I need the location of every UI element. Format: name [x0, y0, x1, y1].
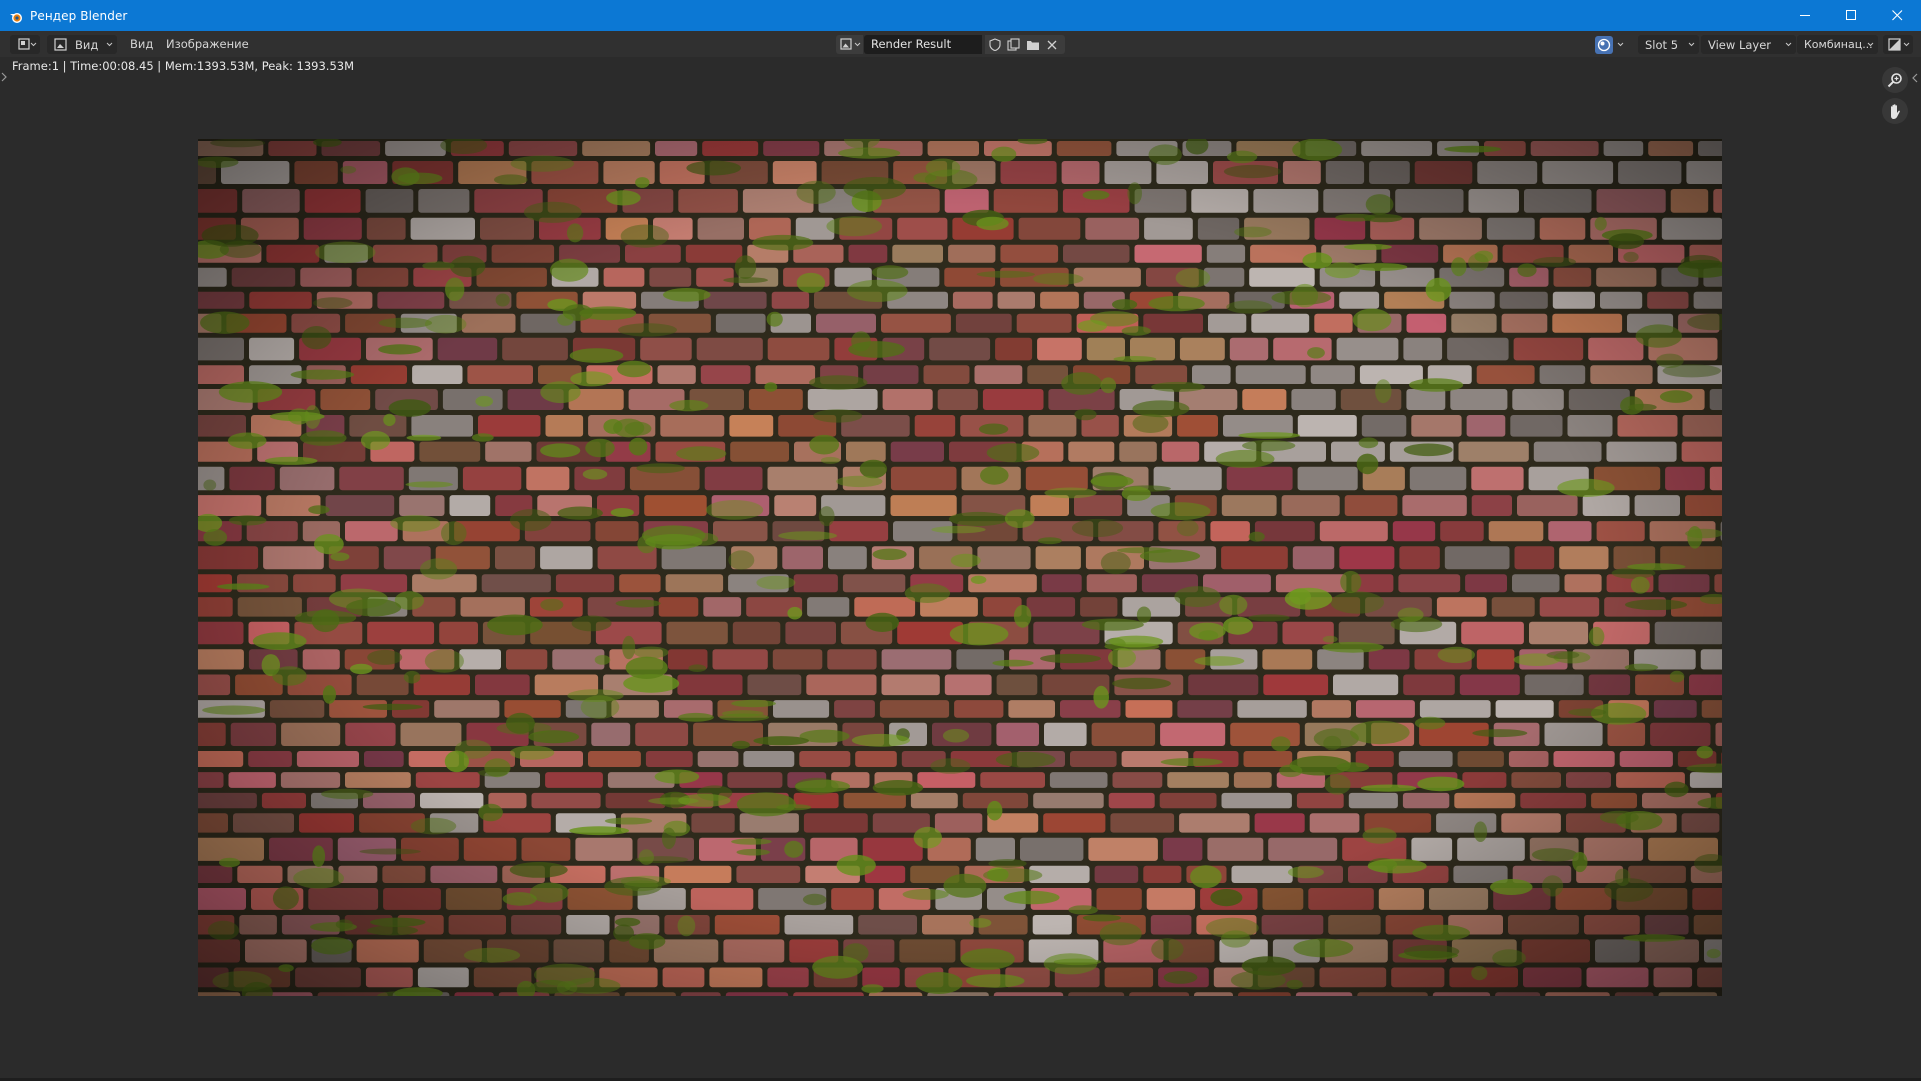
window-titlebar[interactable]: Рендер Blender	[0, 0, 1921, 31]
chevron-down-icon	[106, 42, 113, 47]
close-icon	[1891, 10, 1902, 21]
gizmo-toggle-icon	[1594, 35, 1613, 54]
view-mode-dropdown[interactable]: Вид	[47, 35, 117, 54]
fake-user-button[interactable]	[985, 35, 1004, 54]
zoom-gizmo[interactable]	[1882, 67, 1908, 93]
toolbar-expand-arrow-icon[interactable]	[1, 72, 7, 82]
view-mode-label: Вид	[75, 37, 99, 52]
zoom-icon	[1887, 73, 1902, 88]
maximize-button[interactable]	[1828, 0, 1874, 31]
chevron-down-icon	[30, 42, 37, 47]
mossy-brick-wall-image	[198, 139, 1722, 996]
slot-dropdown[interactable]: Slot 5	[1638, 35, 1699, 54]
unlink-image-button[interactable]	[1042, 35, 1061, 54]
chevron-down-icon	[1785, 42, 1792, 47]
fake-user-shield-icon	[988, 38, 1001, 51]
image-datablock-buttons	[985, 35, 1065, 54]
minimize-button[interactable]	[1782, 0, 1828, 31]
new-image-icon	[1007, 38, 1020, 51]
image-name-field[interactable]: Render Result	[864, 35, 982, 54]
image-browse-button[interactable]	[836, 35, 863, 54]
chevron-down-icon	[1903, 42, 1910, 47]
render-pass-label: Комбинац...	[1804, 38, 1873, 51]
render-pass-dropdown[interactable]: Комбинац...	[1797, 35, 1878, 54]
close-button[interactable]	[1874, 0, 1920, 31]
chevron-down-icon	[1688, 42, 1695, 47]
pan-gizmo[interactable]	[1882, 98, 1908, 124]
view-layer-label: View Layer	[1708, 37, 1772, 52]
display-channels-icon	[1887, 37, 1901, 51]
minimize-icon	[1799, 15, 1810, 16]
sidebar-expand-arrow-icon[interactable]	[1912, 73, 1918, 83]
open-image-button[interactable]	[1023, 35, 1042, 54]
render-result-image	[198, 139, 1722, 996]
window-title: Рендер Blender	[30, 8, 128, 23]
display-channels-button[interactable]	[1883, 35, 1913, 54]
open-folder-icon	[1026, 40, 1039, 50]
image-editor-header: Вид Вид Изображение Render Result Slot 5…	[0, 31, 1921, 57]
editor-type-button[interactable]	[10, 35, 40, 54]
blender-logo-icon	[9, 9, 23, 23]
render-stats-text: Frame:1 | Time:00:08.45 | Mem:1393.53M, …	[12, 59, 355, 73]
pan-hand-icon	[1891, 103, 1900, 119]
maximize-icon	[1845, 10, 1856, 20]
menu-image[interactable]: Изображение	[166, 35, 249, 54]
slot-label: Slot 5	[1645, 37, 1679, 52]
menu-view[interactable]: Вид	[130, 35, 153, 54]
chevron-down-icon	[854, 42, 861, 47]
view-layer-dropdown[interactable]: View Layer	[1701, 35, 1796, 54]
chevron-down-icon	[1617, 42, 1624, 47]
unlink-x-icon	[1047, 40, 1056, 49]
chevron-down-icon	[1867, 42, 1874, 47]
image-browse-icon	[840, 38, 852, 50]
new-image-button[interactable]	[1004, 35, 1023, 54]
gizmo-toggle-button[interactable]	[1589, 35, 1627, 54]
image-mode-icon	[54, 38, 67, 51]
